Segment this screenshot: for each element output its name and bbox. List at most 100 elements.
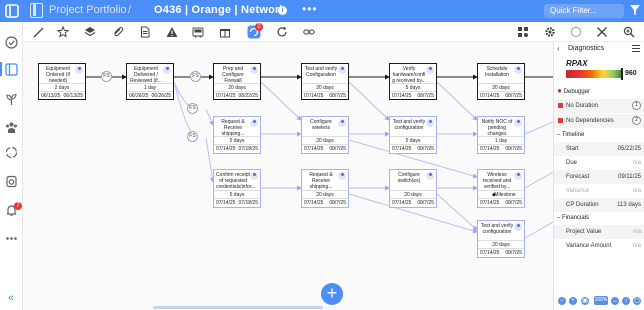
no-dependencies-row[interactable]: No Dependencies 2: [554, 114, 644, 128]
avatar-icon: [250, 119, 258, 127]
task-node[interactable]: Test and verify Configuration 20 days 07…: [301, 63, 349, 100]
settings-gear-icon[interactable]: [544, 26, 556, 38]
star-icon[interactable]: [57, 26, 69, 38]
cycle-icon[interactable]: [5, 146, 18, 159]
timeline-section-header[interactable]: – Timeline: [557, 132, 584, 138]
toggle-circle-icon[interactable]: [570, 26, 582, 38]
divider: [478, 91, 524, 92]
divider: [127, 83, 173, 84]
grid-settings-icon[interactable]: [517, 26, 529, 38]
divider: [302, 198, 348, 199]
task-node[interactable]: Test and verify configuration 5 days 07/…: [389, 116, 437, 154]
no-duration-count: 1: [632, 101, 641, 110]
fs-connector[interactable]: FS: [190, 71, 201, 82]
expand-sidebar-icon[interactable]: «: [8, 292, 14, 304]
divider: [39, 83, 85, 84]
expand-icon[interactable]: ↕: [622, 297, 630, 305]
avatar-icon: [75, 66, 83, 74]
filter-icon[interactable]: [630, 5, 640, 15]
avatar-icon: [426, 172, 434, 180]
plant-icon[interactable]: [5, 93, 18, 106]
task-node[interactable]: Prep and Configure Firewall 20 days 07/1…: [213, 63, 261, 100]
refresh-icon[interactable]: [276, 26, 288, 38]
calendar-bus-icon[interactable]: [192, 26, 204, 38]
avatar-icon: [514, 66, 522, 74]
milestone-node[interactable]: Wireless received and verified by... ◆ M…: [477, 169, 525, 208]
task-node[interactable]: Verify hardware/confi g received by... 5…: [389, 63, 437, 100]
task-title: Request & Receive shipping...: [309, 172, 333, 190]
task-node[interactable]: Configure wireless 20 days 07/14/25 08/7…: [301, 116, 349, 154]
diagnostics-header: ‹ Diagnostics: [554, 42, 644, 56]
divider: [390, 190, 436, 191]
info-icon[interactable]: i: [278, 6, 287, 15]
fs-connector[interactable]: FS: [101, 71, 112, 82]
layers-icon[interactable]: [84, 26, 96, 38]
breadcrumb-portfolio[interactable]: Project Portfolio: [49, 4, 127, 16]
fs-connector[interactable]: FS: [187, 131, 198, 142]
horizontal-scrollbar[interactable]: [153, 306, 323, 309]
collapse-panel-icon[interactable]: ‹: [557, 44, 560, 53]
no-dependencies-label: No Dependencies: [566, 118, 614, 124]
layout-icon[interactable]: [5, 63, 18, 76]
zoom-in-icon[interactable]: +: [569, 297, 577, 305]
task-title: Verify hardware/confi g received by...: [392, 66, 426, 84]
task-node[interactable]: Equipment Delivered / Reviewed (if... 1 …: [126, 63, 174, 100]
task-node[interactable]: Schedule Installation 20 days 07/14/25 0…: [477, 63, 525, 100]
task-node[interactable]: Request & Receive shipping... 5 days 07/…: [213, 116, 261, 154]
task-title: Confirm receipt of requested credentials…: [216, 172, 256, 190]
zoom-out-icon[interactable]: −: [558, 297, 566, 305]
fullscreen-icon[interactable]: ▢: [633, 297, 641, 305]
task-node[interactable]: Equipment Ordered (if needed) 2 days 06/…: [38, 63, 86, 100]
project-value-label: Project Value: [566, 229, 602, 235]
task-end: 08/7/25: [329, 93, 346, 99]
task-node[interactable]: Configure switch(es) 20 days 07/14/25 08…: [389, 169, 437, 208]
task-node[interactable]: Notify NOC of pending changes 1 day 07/1…: [477, 116, 525, 154]
divider: [302, 136, 348, 137]
divider: [390, 83, 436, 84]
app-logo-icon[interactable]: [4, 3, 20, 19]
attachment-icon[interactable]: [112, 26, 124, 38]
gift-icon[interactable]: [219, 26, 231, 38]
avatar-icon: [338, 172, 346, 180]
debugger-section-header[interactable]: ✸ Debugger: [557, 88, 590, 95]
divider: [478, 83, 524, 84]
zoom-level[interactable]: 100%: [594, 296, 608, 305]
task-end: 08/7/25: [505, 250, 522, 256]
flag-icon: [558, 118, 563, 123]
collapse-icon[interactable]: ↔: [611, 297, 619, 305]
fit-view-icon[interactable]: ▣: [581, 297, 589, 305]
variance-label: Variance: [566, 188, 590, 194]
project-title: O436 | Orange | Network: [154, 4, 286, 16]
bug-icon: ✸: [557, 89, 563, 95]
no-duration-row[interactable]: No Duration 1: [554, 99, 644, 113]
financials-section-header[interactable]: – Financials: [557, 215, 589, 221]
quick-filter-input[interactable]: Quick Filter...: [544, 4, 624, 18]
magic-wand-icon[interactable]: [33, 26, 45, 38]
panel-toggle-icon[interactable]: [30, 3, 43, 18]
zoom-in-icon[interactable]: [623, 26, 635, 38]
network-canvas[interactable]: Equipment Ordered (if needed) 2 days 06/…: [23, 42, 553, 310]
toolbar: 2: [23, 22, 644, 42]
task-title: Test and verify configuration: [480, 223, 514, 235]
camera-icon[interactable]: [5, 175, 18, 188]
score-gauge: [566, 70, 623, 78]
forecast-value: 09/11/25: [618, 174, 641, 180]
check-circle-icon[interactable]: [5, 36, 18, 49]
add-task-button[interactable]: +: [321, 283, 343, 305]
link-icon[interactable]: [303, 26, 315, 38]
warning-icon[interactable]: [166, 26, 178, 38]
fs-connector[interactable]: FS: [187, 103, 198, 114]
task-node[interactable]: Confirm receipt of requested credentials…: [213, 169, 261, 208]
task-title: Configure switch(es): [397, 172, 421, 184]
divider: [127, 91, 173, 92]
more-apps-icon[interactable]: [5, 232, 18, 245]
document-icon[interactable]: [139, 26, 151, 38]
task-node[interactable]: Request & Receive shipping... 20 days 07…: [301, 169, 349, 208]
diagnostics-panel: ‹ Diagnostics RPAX 960 ✸ Debugger No Dur…: [553, 42, 644, 310]
more-menu-button[interactable]: •••: [302, 2, 318, 16]
tools-icon[interactable]: [596, 26, 608, 38]
financials-title: Financials: [562, 215, 590, 221]
hamburger-menu-icon[interactable]: [632, 45, 640, 52]
task-node[interactable]: Test and verify configuration 20 days 07…: [477, 220, 525, 258]
team-icon[interactable]: [5, 121, 18, 134]
